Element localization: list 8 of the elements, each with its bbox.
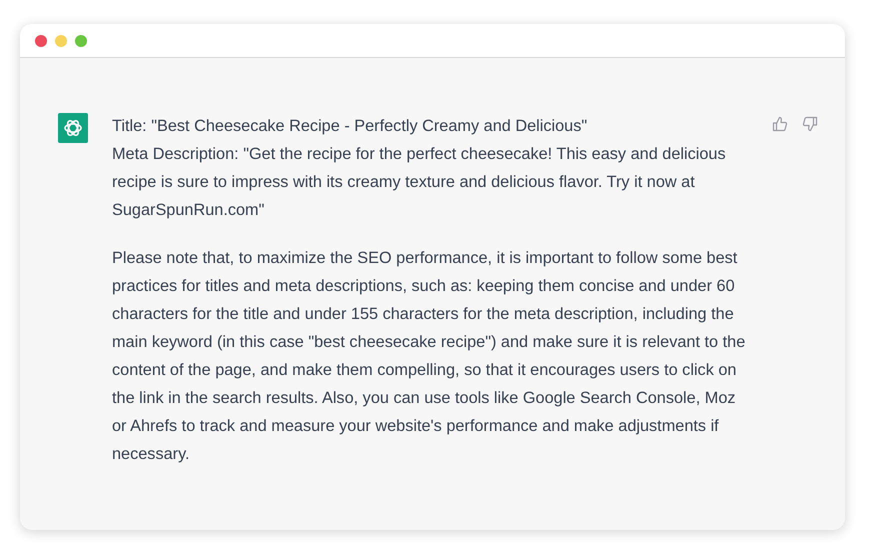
message-paragraph: Please note that, to maximize the SEO performance, it is important to follow some best practices for titles and meta descriptions, such as: keeping them concise and under 60 characters for the title and under 155 characters for the meta description, including the main keyword (in this case "best cheesecake recipe") and make sure it is relevant to the content of the page, and make them compelling, so that it encourages users to click on the link in the search results. Also, you can use tools like Google Search Console, Moz or Ahrefs to track and measure your website's performance and make adjustments if necessary. xyxy=(112,248,746,465)
thumbs-down-icon[interactable] xyxy=(802,116,818,132)
thumbs-up-icon[interactable] xyxy=(772,116,788,132)
window-control-button[interactable] xyxy=(75,34,87,46)
assistant-logo-icon xyxy=(58,113,88,143)
window-control-button[interactable] xyxy=(35,34,47,46)
message-text: Meta Description: "Get the recipe for the perfect cheesecake! This easy and delicious recipe is sure to impress with its creamy texture and delicious flavor. Try it now at SugarSpunRun.com" xyxy=(112,144,727,221)
message-text: Title: "Best Cheesecake Recipe - Perfectly Creamy and Delicious" xyxy=(112,116,588,137)
